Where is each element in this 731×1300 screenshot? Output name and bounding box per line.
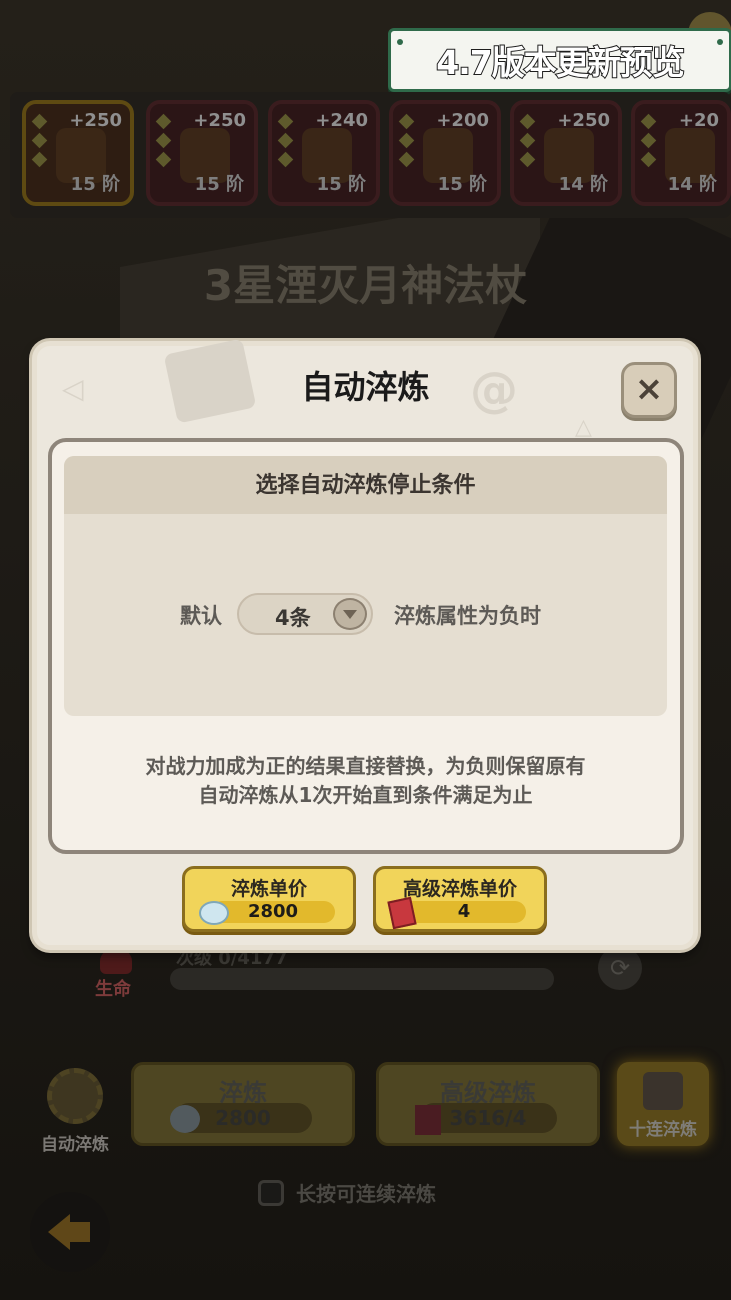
- dropdown-value: 4条: [275, 606, 311, 630]
- pin-icon: [717, 39, 723, 45]
- slot-tier: 15 阶: [316, 174, 366, 195]
- hold-checkbox[interactable]: [258, 1179, 284, 1206]
- equipment-slot[interactable]: +250 15 阶: [146, 100, 258, 206]
- chevron-down-icon[interactable]: [333, 598, 367, 630]
- crystal-icon: [170, 1105, 200, 1133]
- equipment-slot[interactable]: +250 15 阶: [22, 100, 134, 206]
- equipment-slot[interactable]: +20 14 阶: [631, 100, 731, 206]
- auto-refine-button[interactable]: 自动淬炼: [38, 1068, 112, 1155]
- advanced-unit-price-value: 4: [402, 901, 526, 923]
- ticket-icon: [415, 1105, 441, 1135]
- description-line: 对战力加成为正的结果直接替换，为负则保留原有: [145, 754, 586, 778]
- progress-bar: [170, 968, 554, 990]
- refresh-icon[interactable]: ⟳: [598, 946, 642, 990]
- unit-price-value: 2800: [211, 901, 335, 923]
- equipment-slot[interactable]: +200 15 阶: [389, 100, 501, 206]
- back-arrow-icon: [48, 1214, 70, 1250]
- slot-bonus: +250: [557, 110, 610, 131]
- star-icons: [398, 112, 415, 172]
- star-icons: [277, 112, 294, 172]
- default-label: 默认: [180, 604, 222, 628]
- advanced-unit-price-badge: 高级淬炼单价 4: [373, 866, 547, 932]
- slot-bonus: +250: [193, 110, 246, 131]
- ten-refine-button[interactable]: 十连淬炼: [617, 1062, 709, 1146]
- gear-icon: [47, 1068, 103, 1124]
- star-icons: [519, 112, 536, 172]
- slot-bonus: +240: [315, 110, 368, 131]
- version-banner[interactable]: 4.7版本更新预览: [388, 28, 731, 92]
- hold-hint: 长按可连续淬炼: [296, 1182, 436, 1206]
- slot-bonus: +20: [678, 110, 719, 131]
- star-icons: [640, 112, 657, 172]
- description-line: 自动淬炼从1次开始直到条件满足为止: [198, 783, 533, 807]
- weapon-name: 3星湮灭月神法杖: [203, 261, 528, 310]
- star-icons: [31, 112, 48, 172]
- ten-refine-label: 十连淬炼: [629, 1120, 697, 1140]
- condition-label: 淬炼属性为负时: [394, 604, 541, 628]
- slot-bonus: +250: [69, 110, 122, 131]
- anvil-icon: [643, 1072, 683, 1110]
- slot-tier: 15 阶: [437, 174, 487, 195]
- life-label: 生命: [95, 979, 131, 1000]
- close-button[interactable]: ×: [621, 362, 677, 418]
- equipment-slot[interactable]: +250 14 阶: [510, 100, 622, 206]
- slot-tier: 15 阶: [70, 174, 120, 195]
- star-icons: [155, 112, 172, 172]
- hold-option[interactable]: 长按可连续淬炼: [258, 1178, 436, 1207]
- heart-icon: [100, 948, 132, 974]
- advanced-refine-button[interactable]: 高级淬炼 3616/4: [376, 1062, 600, 1146]
- back-button[interactable]: [30, 1192, 110, 1272]
- equipment-slot[interactable]: +240 15 阶: [268, 100, 380, 206]
- slot-tier: 15 阶: [194, 174, 244, 195]
- description: 对战力加成为正的结果直接替换，为负则保留原有 自动淬炼从1次开始直到条件满足为止: [64, 752, 667, 810]
- pin-icon: [397, 39, 403, 45]
- unit-price-label: 淬炼单价: [230, 878, 307, 900]
- banner-text: 4.7版本更新预览: [435, 42, 685, 83]
- refine-button[interactable]: 淬炼 2800: [131, 1062, 355, 1146]
- crystal-icon: [199, 901, 229, 925]
- slot-tier: 14 阶: [667, 174, 717, 195]
- advanced-unit-price-label: 高级淬炼单价: [402, 878, 517, 900]
- auto-refine-label: 自动淬炼: [41, 1135, 109, 1155]
- close-icon: ×: [634, 369, 664, 409]
- condition-header: 选择自动淬炼停止条件: [64, 456, 667, 514]
- decor-triangle: △: [575, 415, 592, 440]
- slot-tier: 14 阶: [558, 174, 608, 195]
- slot-bonus: +200: [436, 110, 489, 131]
- condition-dropdown[interactable]: 4条: [237, 593, 373, 635]
- unit-price-badge: 淬炼单价 2800: [182, 866, 356, 932]
- back-arrow-tail: [68, 1222, 90, 1242]
